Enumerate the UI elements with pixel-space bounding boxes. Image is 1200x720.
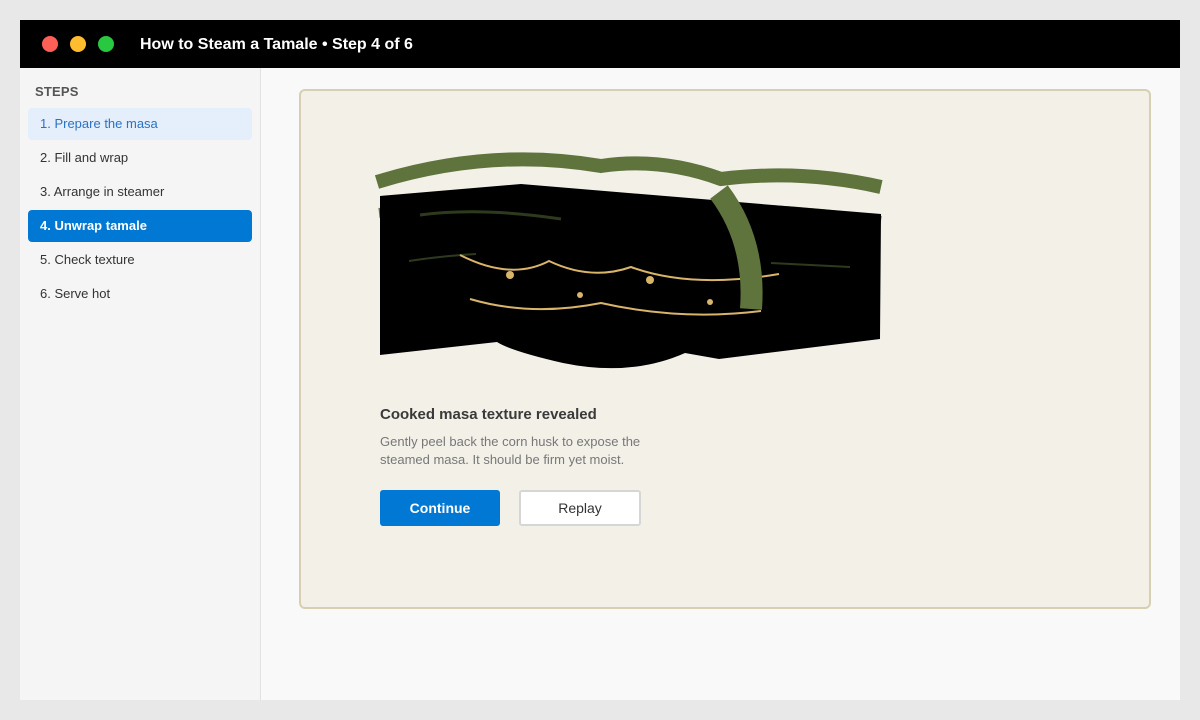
close-window-button[interactable] [42,36,58,52]
replay-button[interactable]: Replay [519,490,641,526]
sidebar-header: STEPS [35,84,79,99]
sidebar-step-arrange-in-steamer[interactable]: 3. Arrange in steamer [28,176,252,208]
window-title: How to Steam a Tamale • Step 4 of 6 [140,36,413,53]
sidebar-step-prepare-masa[interactable]: 1. Prepare the masa [28,108,252,140]
caption-title: Cooked masa texture revealed [380,406,597,423]
minimize-window-button[interactable] [70,36,86,52]
maximize-window-button[interactable] [98,36,114,52]
title-bar: How to Steam a Tamale • Step 4 of 6 [20,20,1180,68]
steps-sidebar: STEPS 1. Prepare the masa 2. Fill and wr… [20,68,261,700]
sidebar-step-unwrap-tamale[interactable]: 4. Unwrap tamale [28,210,252,242]
sidebar-step-serve-hot[interactable]: 6. Serve hot [28,278,252,310]
sidebar-step-fill-and-wrap[interactable]: 2. Fill and wrap [28,142,252,174]
step-card: Cooked masa texture revealed Gently peel… [299,89,1151,609]
steamed-tamale-illustration [374,152,883,369]
main-content: Cooked masa texture revealed Gently peel… [270,68,1180,700]
app-window: How to Steam a Tamale • Step 4 of 6 STEP… [20,20,1180,700]
continue-button[interactable]: Continue [380,490,500,526]
sidebar-step-check-texture[interactable]: 5. Check texture [28,244,252,276]
caption-text: Gently peel back the corn husk to expose… [380,434,641,467]
